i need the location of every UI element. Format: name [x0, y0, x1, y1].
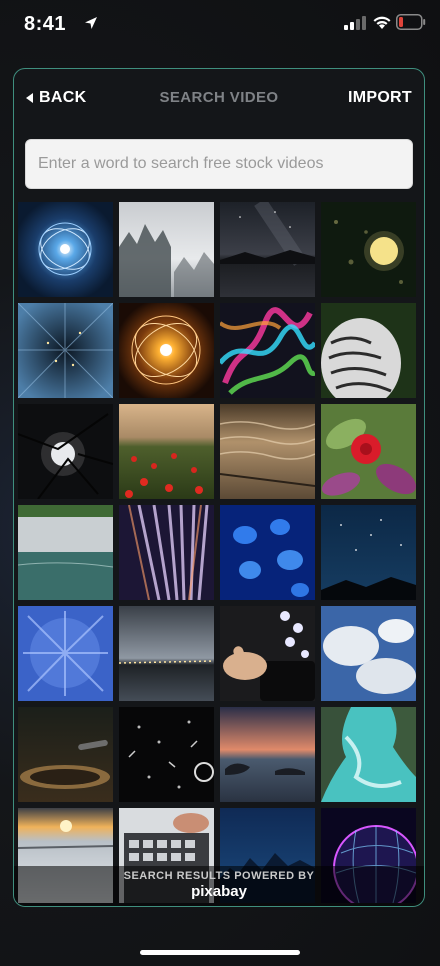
location-arrow-icon — [85, 17, 97, 29]
video-thumbnail[interactable] — [220, 404, 315, 499]
video-thumbnail[interactable] — [220, 303, 315, 398]
video-thumbnail[interactable] — [119, 606, 214, 701]
video-thumbnail[interactable] — [18, 202, 113, 297]
cellular-signal-icon — [344, 16, 366, 30]
video-thumbnail[interactable] — [321, 202, 416, 297]
video-thumbnail[interactable] — [18, 303, 113, 398]
video-thumbnail[interactable] — [18, 505, 113, 600]
home-indicator[interactable] — [140, 950, 300, 955]
video-thumbnail[interactable] — [321, 707, 416, 802]
video-thumbnail[interactable] — [321, 606, 416, 701]
nav-bar: BACK SEARCH VIDEO IMPORT — [14, 69, 424, 127]
search-video-panel: BACK SEARCH VIDEO IMPORT Enter a word to… — [13, 68, 425, 907]
video-thumbnail[interactable] — [119, 202, 214, 297]
video-thumbnail[interactable] — [18, 404, 113, 499]
video-thumbnail[interactable] — [119, 404, 214, 499]
video-thumbnail[interactable] — [321, 505, 416, 600]
pixabay-logo: pixabay — [191, 883, 247, 900]
video-thumbnail[interactable] — [321, 404, 416, 499]
battery-low-icon — [396, 14, 426, 30]
video-thumbnail[interactable] — [18, 606, 113, 701]
video-thumbnail[interactable] — [119, 303, 214, 398]
video-thumbnail[interactable] — [220, 505, 315, 600]
status-bar: 8:41 — [0, 0, 440, 50]
video-thumbnail[interactable] — [220, 707, 315, 802]
video-thumbnail[interactable] — [119, 505, 214, 600]
attribution-footer: SEARCH RESULTS POWERED BY pixabay — [14, 866, 424, 906]
powered-by-text: SEARCH RESULTS POWERED BY — [123, 870, 315, 882]
wifi-icon — [373, 16, 391, 29]
video-thumbnail[interactable] — [321, 303, 416, 398]
search-input[interactable] — [25, 139, 413, 189]
status-time: 8:41 — [24, 13, 67, 35]
video-thumbnail[interactable] — [18, 707, 113, 802]
import-button[interactable]: IMPORT — [348, 89, 412, 107]
video-thumbnail[interactable] — [119, 707, 214, 802]
video-thumbnail[interactable] — [220, 202, 315, 297]
video-thumbnail[interactable] — [220, 606, 315, 701]
